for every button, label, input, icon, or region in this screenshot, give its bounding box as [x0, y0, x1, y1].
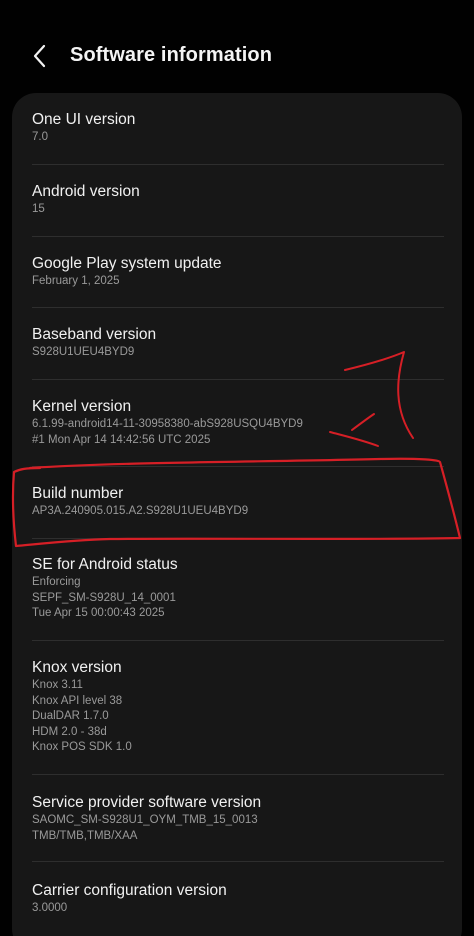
divider	[32, 774, 444, 775]
item-title: Baseband version	[32, 326, 157, 343]
item-value: 3.0000	[32, 902, 68, 914]
list-item-service-provider-software-version[interactable]: Service provider software version SAOMC_…	[32, 793, 444, 844]
item-value: Enforcing	[32, 576, 81, 588]
list-item-kernel-version[interactable]: Kernel version 6.1.99-android14-11-30958…	[32, 397, 444, 448]
info-list-card: One UI version 7.0 Android version 15 Go…	[12, 93, 462, 936]
item-value: 15	[32, 203, 45, 215]
item-title: One UI version	[32, 111, 136, 128]
item-title: Kernel version	[32, 398, 132, 415]
app-bar: Software information	[0, 0, 474, 92]
divider	[32, 236, 444, 237]
item-value: 6.1.99-android14-11-30958380-abS928USQU4…	[32, 418, 303, 430]
list-item-baseband-version[interactable]: Baseband version S928U1UEU4BYD9	[32, 325, 444, 361]
item-value: AP3A.240905.015.A2.S928U1UEU4BYD9	[32, 505, 249, 517]
divider	[32, 466, 444, 467]
divider	[32, 861, 444, 862]
divider	[32, 640, 444, 641]
chevron-left-icon	[33, 44, 46, 68]
item-title: Service provider software version	[32, 794, 262, 811]
item-value: HDM 2.0 - 38d	[32, 725, 107, 738]
item-title: Android version	[32, 183, 140, 200]
item-value: #1 Mon Apr 14 14:42:56 UTC 2025	[32, 433, 211, 446]
item-title: Knox version	[32, 659, 122, 676]
list-item-google-play-system-update[interactable]: Google Play system update February 1, 20…	[32, 254, 444, 290]
page-title: Software information	[70, 44, 273, 66]
divider	[32, 538, 444, 539]
item-value: Tue Apr 15 00:00:43 2025	[32, 607, 165, 619]
list-item-android-version[interactable]: Android version 15	[32, 182, 444, 218]
list-item-one-ui-version[interactable]: One UI version 7.0	[32, 110, 444, 146]
item-title: Carrier configuration version	[32, 882, 227, 899]
item-value: 7.0	[32, 131, 48, 143]
item-value: Knox 3.11	[32, 679, 83, 691]
back-button[interactable]	[22, 38, 58, 74]
item-value: DualDAR 1.7.0	[32, 710, 109, 722]
list-item-build-number[interactable]: Build number AP3A.240905.015.A2.S928U1UE…	[32, 484, 444, 520]
list-item-carrier-configuration-version[interactable]: Carrier configuration version 3.0000	[32, 881, 444, 917]
item-title: Google Play system update	[32, 255, 222, 272]
list-item-se-for-android-status[interactable]: SE for Android status Enforcing SEPF_SM-…	[32, 555, 444, 622]
software-information-screen: Software information One UI version 7.0 …	[0, 0, 474, 936]
item-title: SE for Android status	[32, 556, 178, 573]
item-value: S928U1UEU4BYD9	[32, 346, 135, 358]
item-value: Knox POS SDK 1.0	[32, 741, 132, 753]
item-value: SAOMC_SM-S928U1_OYM_TMB_15_0013	[32, 814, 258, 826]
item-value: February 1, 2025	[32, 275, 120, 287]
list-item-knox-version[interactable]: Knox version Knox 3.11 Knox API level 38…	[32, 658, 444, 756]
item-value: SEPF_SM-S928U_14_0001	[32, 591, 176, 604]
divider	[32, 307, 444, 308]
item-value: Knox API level 38	[32, 694, 123, 707]
divider	[32, 379, 444, 380]
item-value: TMB/TMB,TMB/XAA	[32, 829, 138, 842]
item-title: Build number	[32, 485, 124, 502]
divider	[32, 164, 444, 165]
